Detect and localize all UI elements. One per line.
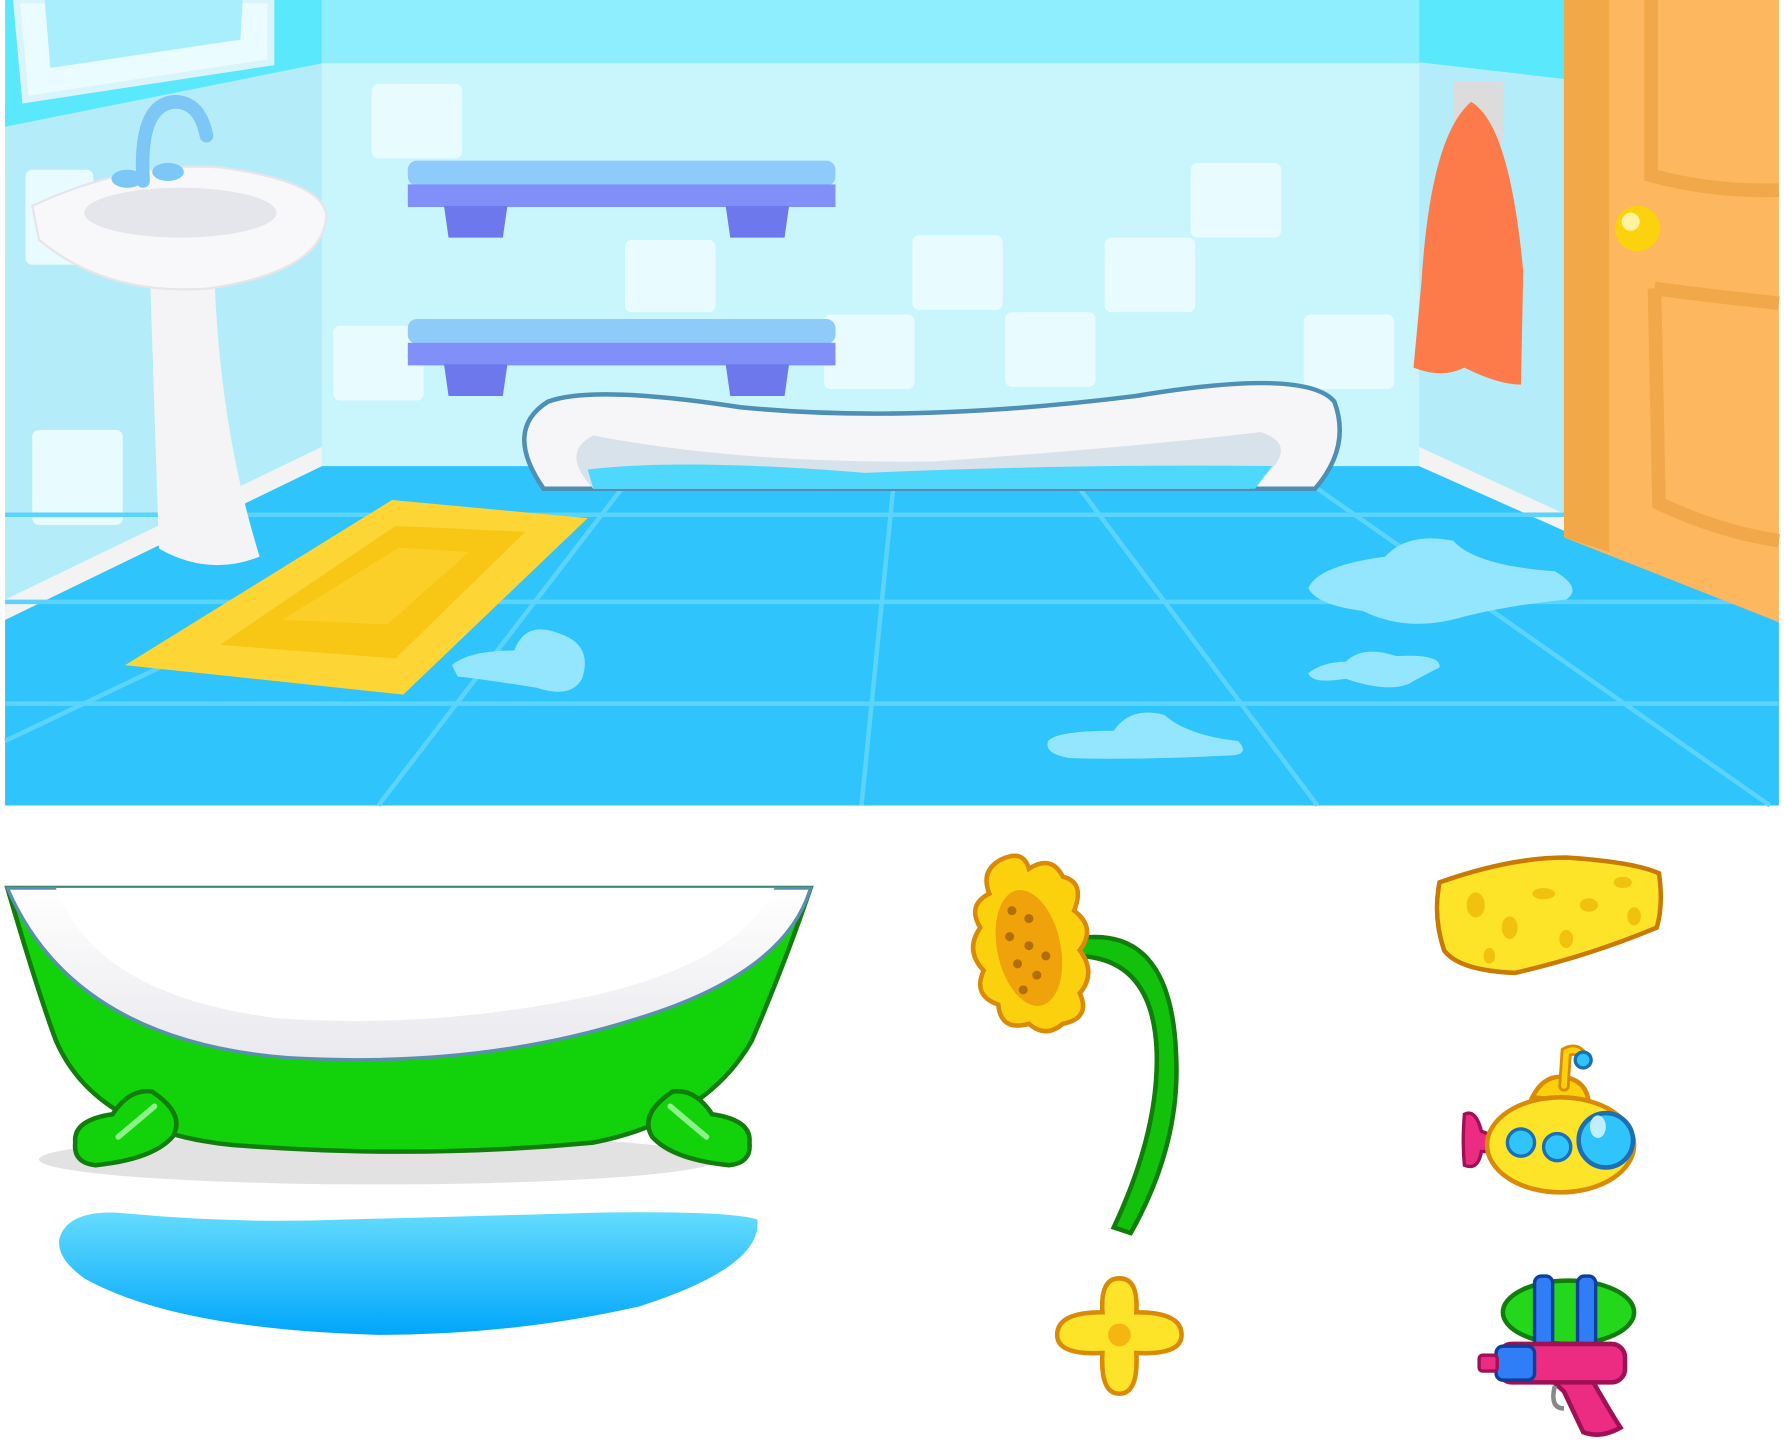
door[interactable]	[1563, 0, 1780, 623]
tap-handle[interactable]	[1054, 1276, 1184, 1396]
door-knob[interactable]	[1614, 205, 1661, 252]
wall-top-strip	[321, 0, 1420, 64]
water-gun[interactable]	[1477, 1274, 1637, 1437]
green-bathtub[interactable]	[4, 885, 814, 1185]
sunflower-shower-head[interactable]	[970, 853, 1179, 1236]
bath-water	[59, 1212, 758, 1335]
game-sprite-sheet	[4, 0, 1780, 1437]
bathroom-scene	[4, 0, 1780, 808]
sponge[interactable]	[1434, 855, 1664, 976]
toy-submarine[interactable]	[1461, 1044, 1637, 1195]
